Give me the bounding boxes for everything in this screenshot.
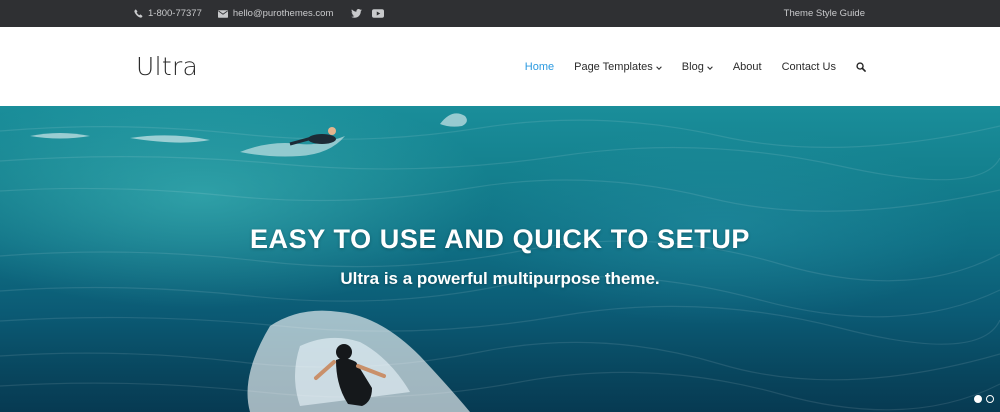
- email-address[interactable]: hello@purothemes.com: [233, 8, 333, 19]
- nav-item-page-templates[interactable]: Page Templates: [574, 61, 662, 73]
- email-item[interactable]: hello@purothemes.com: [217, 8, 333, 19]
- nav-item-about[interactable]: About: [733, 61, 762, 73]
- nav-item-home[interactable]: Home: [525, 61, 554, 73]
- chevron-down-icon: [707, 66, 713, 70]
- slider-dot-1[interactable]: [974, 395, 982, 403]
- nav-item-label: About: [732, 60, 762, 73]
- social-links: [351, 9, 394, 18]
- hero-subheadline: Ultra is a powerful multipurpose theme.: [340, 269, 660, 288]
- twitter-icon[interactable]: [351, 9, 363, 18]
- nav-item-blog[interactable]: Blog: [682, 61, 713, 73]
- phone-number: 1-800-77377: [148, 8, 202, 19]
- nav-item-label: Page Templates: [574, 60, 653, 73]
- nav-item-label: Blog: [681, 60, 704, 73]
- nav-item-label: Home: [524, 60, 555, 73]
- phone-icon: [134, 9, 143, 18]
- youtube-icon[interactable]: [372, 9, 385, 18]
- slider-dot-2[interactable]: [986, 395, 994, 403]
- envelope-icon: [217, 9, 228, 18]
- slider-pagination: [970, 395, 994, 403]
- site-header: Ultra Home Page Templates Blog About Con…: [0, 27, 1000, 106]
- hero-slider: EASY TO USE AND QUICK TO SETUP Ultra is …: [0, 106, 1000, 412]
- nav-item-contact-us[interactable]: Contact Us: [782, 61, 836, 73]
- chevron-down-icon: [656, 66, 662, 70]
- main-navigation: Home Page Templates Blog About Contact U…: [505, 27, 866, 106]
- phone-item: 1-800-77377: [134, 8, 202, 19]
- ocean-surf-background: [0, 113, 1000, 412]
- contact-info: 1-800-77377 hello@purothemes.com: [134, 0, 394, 27]
- search-icon[interactable]: [856, 61, 866, 72]
- site-logo[interactable]: Ultra: [136, 53, 198, 81]
- top-bar: 1-800-77377 hello@purothemes.com Theme S…: [0, 0, 1000, 27]
- hero-headline: EASY TO USE AND QUICK TO SETUP: [249, 224, 751, 254]
- theme-style-guide-link[interactable]: Theme Style Guide: [784, 0, 865, 27]
- nav-item-label: Contact Us: [781, 60, 836, 73]
